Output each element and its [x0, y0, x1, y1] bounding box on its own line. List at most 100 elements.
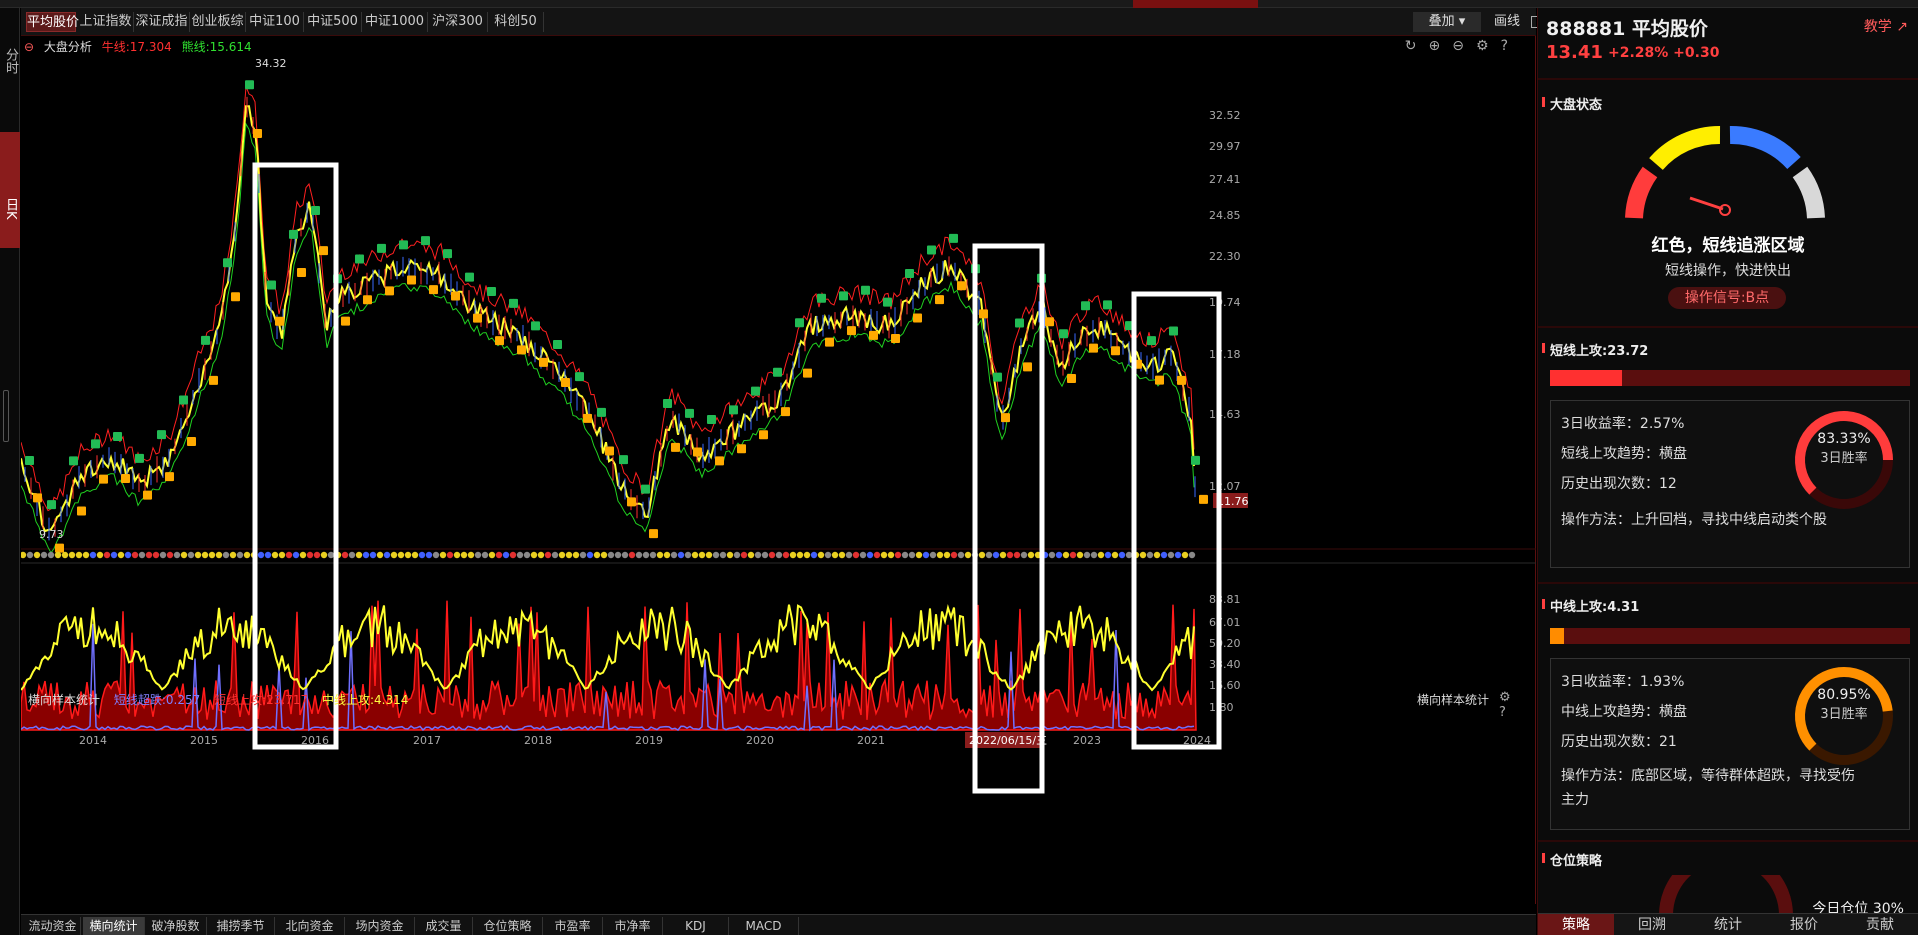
- rptab-quote[interactable]: 报价: [1766, 914, 1842, 935]
- status-dot: [299, 551, 307, 559]
- year-label: 2018: [524, 734, 552, 747]
- year-label: 2017: [413, 734, 441, 747]
- rptab-contribution[interactable]: 贡献: [1842, 914, 1918, 935]
- sell-signal-marker: [927, 245, 936, 255]
- btab-season[interactable]: 捕捞季节: [207, 917, 275, 935]
- buy-signal-marker: [187, 437, 196, 447]
- signal-badge[interactable]: 操作信号:B点: [1668, 287, 1786, 309]
- short-return: 3日收益率：2.57%: [1561, 416, 1685, 432]
- sell-signal-marker: [883, 297, 892, 307]
- status-dot: [852, 551, 860, 559]
- btab-kdj[interactable]: KDJ: [663, 917, 729, 935]
- sell-signal-marker: [509, 298, 518, 308]
- zoom-in-icon[interactable]: ⊕: [1429, 38, 1447, 54]
- sell-signal-marker: [465, 272, 474, 282]
- buy-signal-marker: [429, 285, 438, 295]
- btab-position[interactable]: 仓位策略: [473, 917, 543, 935]
- btab-macd[interactable]: MACD: [729, 917, 799, 935]
- status-dot: [600, 551, 608, 559]
- status-dot: [306, 551, 314, 559]
- buy-signal-marker: [649, 529, 658, 539]
- price-axis-label: 22.30: [1209, 250, 1241, 263]
- status-dot: [663, 551, 671, 559]
- btab-liquidity[interactable]: 流动资金: [25, 917, 81, 935]
- sell-signal-marker: [47, 500, 56, 510]
- btab-onfloor[interactable]: 场内资金: [345, 917, 415, 935]
- chart-header: ⊖ 大盘分析 牛线:17.304 熊线:15.614 ↻ ⊕ ⊖ ⚙?: [24, 38, 1524, 56]
- buy-signal-marker: [473, 313, 482, 323]
- status-dot: [789, 551, 797, 559]
- tab-avg-price[interactable]: 平均股价: [26, 12, 79, 32]
- tab-zz500[interactable]: 中证500: [304, 12, 362, 32]
- tab-sh-index[interactable]: 上证指数: [78, 12, 134, 32]
- status-dot: [558, 551, 566, 559]
- overlay-button[interactable]: 叠加 ▾: [1413, 12, 1481, 32]
- buy-signal-marker: [1199, 494, 1208, 504]
- gauge-seg-gray: [1792, 166, 1825, 219]
- btab-broken-net[interactable]: 破净股数: [145, 917, 207, 935]
- sell-signal-marker: [1147, 336, 1156, 346]
- status-dot: [880, 551, 888, 559]
- help-icon[interactable]: ?: [1501, 38, 1514, 54]
- rptab-backtrack[interactable]: 回溯: [1614, 914, 1690, 935]
- sell-signal-marker: [597, 407, 606, 417]
- status-dot: [761, 551, 769, 559]
- year-label: 2023: [1073, 734, 1101, 747]
- tab-zz100[interactable]: 中证100: [246, 12, 304, 32]
- tab-zz1000[interactable]: 中证1000: [362, 12, 428, 32]
- refresh-icon[interactable]: ↻: [1405, 38, 1423, 54]
- buy-signal-marker: [1001, 413, 1010, 423]
- btab-horizontal-stat[interactable]: 横向统计: [83, 917, 145, 935]
- status-dot: [320, 551, 328, 559]
- sell-signal-marker: [641, 484, 650, 494]
- dropdown-icon[interactable]: ⊖: [24, 40, 34, 54]
- buy-signal-marker: [847, 326, 856, 336]
- gear-icon[interactable]: ⚙: [1476, 38, 1495, 54]
- status-dot: [271, 551, 279, 559]
- teach-link[interactable]: 教学 ↗: [1864, 16, 1908, 36]
- btab-pe[interactable]: 市盈率: [543, 917, 603, 935]
- status-dot: [873, 551, 881, 559]
- mid-win-pct: 80.95%: [1817, 687, 1871, 703]
- status-dot: [796, 551, 804, 559]
- status-dot: [47, 551, 55, 559]
- status-dot: [509, 551, 517, 559]
- tab-cyb[interactable]: 创业板综: [190, 12, 246, 32]
- draw-line-button[interactable]: 画线: [1487, 12, 1527, 32]
- sell-signal-marker: [1081, 301, 1090, 311]
- status-dot: [1118, 551, 1126, 559]
- status-dot: [180, 551, 188, 559]
- sell-signal-marker: [355, 254, 364, 264]
- status-dot: [390, 551, 398, 559]
- tab-kc50[interactable]: 科创50: [488, 12, 544, 32]
- sell-signal-marker: [861, 285, 870, 295]
- status-dot: [362, 551, 370, 559]
- status-dot: [607, 551, 615, 559]
- zoom-out-icon[interactable]: ⊖: [1452, 38, 1470, 54]
- status-dot: [1153, 551, 1161, 559]
- status-dot: [117, 551, 125, 559]
- status-dot: [992, 551, 1000, 559]
- rail-tab-rik[interactable]: 日K: [0, 132, 20, 248]
- status-dot: [110, 551, 118, 559]
- btab-northbound[interactable]: 北向资金: [275, 917, 345, 935]
- btab-volume[interactable]: 成交量: [415, 917, 473, 935]
- status-dot: [726, 551, 734, 559]
- status-dot: [887, 551, 895, 559]
- sub-gear-icon[interactable]: ⚙ ?: [1499, 690, 1518, 720]
- rail-tab-fenshi[interactable]: 分时: [0, 48, 20, 74]
- buy-signal-marker: [55, 543, 64, 553]
- status-dot: [138, 551, 146, 559]
- rail-grip-handle[interactable]: [3, 390, 9, 442]
- buy-signal-marker: [561, 378, 570, 388]
- btab-pb[interactable]: 市净率: [603, 917, 663, 935]
- status-dot: [1076, 551, 1084, 559]
- mid-count: 历史出现次数：21: [1561, 734, 1677, 750]
- tab-sz-index[interactable]: 深证成指: [134, 12, 190, 32]
- sell-signal-marker: [267, 280, 276, 290]
- rptab-strategy[interactable]: 策略: [1538, 914, 1614, 935]
- status-dot: [901, 551, 909, 559]
- tab-hs300[interactable]: 沪深300: [428, 12, 488, 32]
- rptab-stats[interactable]: 统计: [1690, 914, 1766, 935]
- status-dot: [621, 551, 629, 559]
